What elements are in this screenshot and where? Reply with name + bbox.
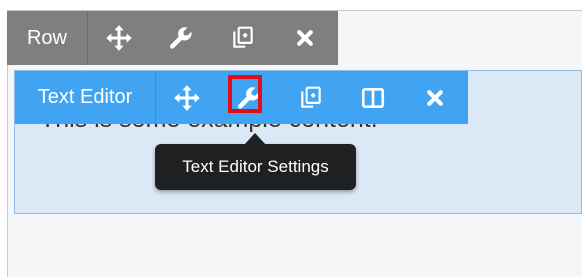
move-icon <box>173 84 201 112</box>
columns-icon <box>360 85 386 111</box>
duplicate-icon <box>298 85 324 111</box>
module-label: Text Editor <box>15 71 156 124</box>
row-duplicate-button[interactable] <box>212 11 274 65</box>
row-close-button[interactable] <box>274 11 336 65</box>
row-move-button[interactable] <box>88 11 150 65</box>
row-toolbar: Row <box>7 11 338 65</box>
wrench-icon <box>236 85 262 111</box>
module-columns-button[interactable] <box>342 71 404 124</box>
module-toolbar: Text Editor <box>15 71 468 124</box>
close-icon <box>425 88 445 108</box>
close-icon <box>295 28 315 48</box>
module-move-button[interactable] <box>156 71 218 124</box>
module-settings-button[interactable] <box>218 71 280 124</box>
text-editor-module[interactable]: This is some example content. Text Edito… <box>14 70 582 214</box>
module-close-button[interactable] <box>404 71 466 124</box>
duplicate-icon <box>230 25 256 51</box>
move-icon <box>105 24 133 52</box>
module-duplicate-button[interactable] <box>280 71 342 124</box>
settings-tooltip: Text Editor Settings <box>155 144 356 190</box>
wrench-icon <box>168 25 194 51</box>
row-label: Row <box>7 11 88 65</box>
row-settings-button[interactable] <box>150 11 212 65</box>
